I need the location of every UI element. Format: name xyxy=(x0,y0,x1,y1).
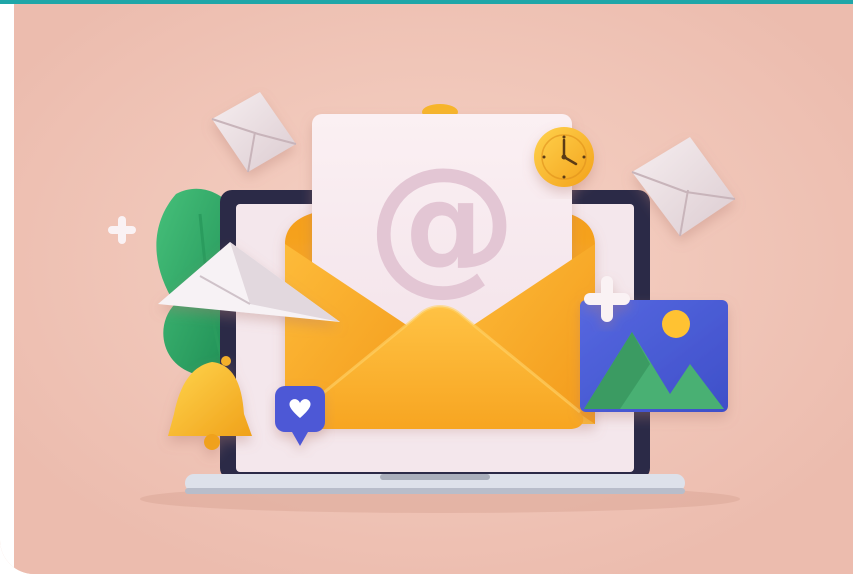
illustration-frame: @ xyxy=(0,0,853,574)
at-symbol-icon: @ xyxy=(367,136,517,310)
clock-icon xyxy=(534,127,594,187)
email-marketing-illustration: @ xyxy=(14,4,853,574)
